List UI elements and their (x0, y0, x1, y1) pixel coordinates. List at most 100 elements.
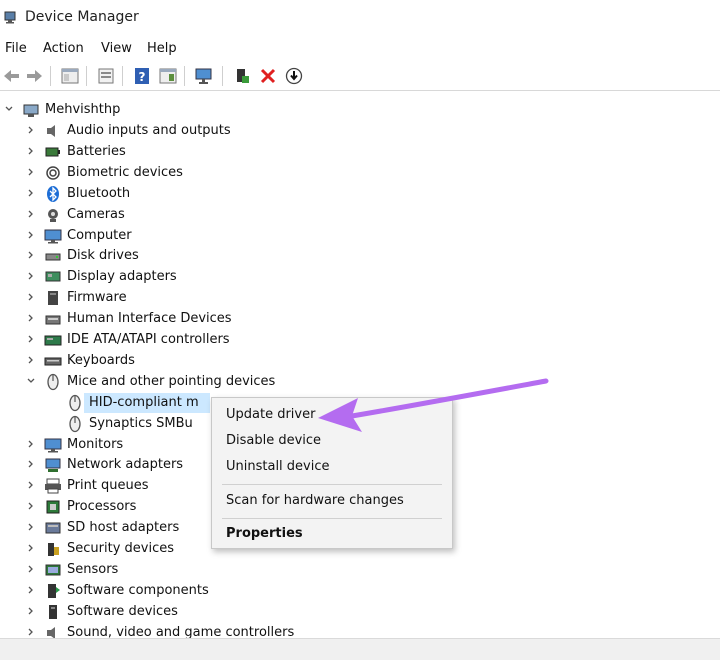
tree-category-item[interactable]: Computer (0, 226, 460, 246)
context-separator (222, 518, 442, 519)
tree-item-label: Batteries (67, 143, 126, 159)
tree-category-item[interactable]: Display adapters (0, 267, 460, 287)
software-device-icon (49, 604, 57, 619)
tree-item-label: SD host adapters (67, 520, 180, 536)
chevron-right-icon[interactable] (26, 146, 36, 156)
tree-category-item[interactable]: Biometric devices (0, 163, 460, 183)
menu-action[interactable]: Action (43, 41, 84, 56)
enable-device-icon[interactable] (232, 66, 252, 86)
tree-category-item[interactable]: Human Interface Devices (0, 309, 460, 329)
chevron-right-icon[interactable] (26, 439, 36, 449)
chevron-right-icon[interactable] (26, 313, 36, 323)
hid-icon (45, 315, 61, 325)
chevron-right-icon[interactable] (26, 250, 36, 260)
chevron-right-icon[interactable] (26, 585, 36, 595)
bluetooth-icon (47, 185, 59, 202)
properties-icon[interactable] (96, 66, 116, 86)
chevron-right-icon[interactable] (26, 543, 36, 553)
mouse-icon (69, 394, 81, 411)
action-pane-icon[interactable] (158, 66, 178, 86)
tree-item-label: Human Interface Devices (67, 311, 232, 327)
tree-root[interactable]: Mehvishthp (0, 100, 460, 120)
back-icon[interactable] (2, 66, 22, 86)
tree-category-item[interactable]: Cameras (0, 205, 460, 225)
computer-root-icon (23, 104, 39, 117)
chevron-right-icon[interactable] (26, 188, 36, 198)
chevron-right-icon[interactable] (26, 209, 36, 219)
title-bar: Device Manager (0, 0, 720, 36)
menu-help[interactable]: Help (147, 41, 177, 56)
chevron-down-icon[interactable] (4, 104, 14, 114)
chevron-right-icon[interactable] (26, 459, 36, 469)
chevron-right-icon[interactable] (26, 355, 36, 365)
tree-category-item[interactable]: Software devices (0, 602, 460, 622)
scan-hardware-icon[interactable] (194, 66, 214, 86)
context-properties[interactable]: Properties (226, 526, 303, 541)
tree-item-label: Processors (67, 499, 137, 515)
chevron-down-icon[interactable] (26, 376, 36, 386)
context-menu: Update driver Disable device Uninstall d… (211, 397, 453, 549)
firmware-icon (48, 291, 58, 306)
menu-file[interactable]: File (5, 41, 27, 56)
fingerprint-icon (46, 166, 60, 180)
menu-bar: File Action View Help (0, 38, 720, 62)
chevron-right-icon[interactable] (26, 564, 36, 574)
help-icon[interactable]: ? (132, 66, 152, 86)
tree-category-item[interactable]: Keyboards (0, 351, 460, 371)
sensor-icon (45, 564, 61, 576)
tree-category-item[interactable]: IDE ATA/ATAPI controllers (0, 330, 460, 350)
forward-icon[interactable] (24, 66, 44, 86)
chevron-right-icon[interactable] (26, 292, 36, 302)
chevron-right-icon[interactable] (26, 230, 36, 240)
sd-card-icon (45, 522, 61, 534)
tree-category-item[interactable]: Audio inputs and outputs (0, 121, 460, 141)
context-update-driver[interactable]: Update driver (226, 407, 315, 422)
network-icon (45, 458, 61, 473)
tree-item-label: Cameras (67, 206, 125, 222)
tree-item-label: Monitors (67, 436, 124, 452)
chevron-right-icon[interactable] (26, 334, 36, 344)
chevron-right-icon[interactable] (26, 606, 36, 616)
chevron-right-icon[interactable] (26, 522, 36, 532)
tree-category-item[interactable]: Disk drives (0, 246, 460, 266)
tree-category-item[interactable]: Batteries (0, 142, 460, 162)
context-disable-device[interactable]: Disable device (226, 433, 321, 448)
tree-item-label: Computer (67, 227, 132, 243)
chevron-right-icon[interactable] (26, 271, 36, 281)
tree-category-item[interactable]: Sensors (0, 560, 460, 580)
update-driver-icon[interactable] (284, 66, 304, 86)
device-manager-icon (4, 11, 16, 24)
chevron-right-icon[interactable] (26, 501, 36, 511)
toolbar: ? (0, 62, 720, 91)
display-adapter-icon (45, 271, 61, 282)
tree-item-label: Keyboards (67, 352, 135, 368)
tree-item-label: Biometric devices (67, 164, 183, 180)
monitor-icon (44, 438, 62, 452)
tree-category-item[interactable]: Firmware (0, 288, 460, 308)
battery-icon (45, 147, 60, 157)
chevron-right-icon[interactable] (26, 480, 36, 490)
tree-category-item[interactable]: Bluetooth (0, 184, 460, 204)
ide-controller-icon (44, 335, 62, 346)
tree-item-label: HID-compliant m (89, 394, 199, 410)
tree-item-label: Network adapters (67, 457, 184, 473)
keyboard-icon (44, 357, 62, 366)
disk-drive-icon (45, 253, 61, 261)
tree-item-label: Synaptics SMBu (89, 415, 193, 431)
monitor-icon (44, 229, 62, 243)
uninstall-icon[interactable] (258, 66, 278, 86)
device-tree: Mehvishthp Audio inputs and outputs Batte… (0, 98, 720, 640)
tree-item-label: Disk drives (67, 248, 139, 264)
tree-item-label: Display adapters (67, 269, 177, 285)
menu-view[interactable]: View (101, 41, 132, 56)
chevron-right-icon[interactable] (26, 627, 36, 637)
chevron-right-icon[interactable] (26, 167, 36, 177)
context-uninstall-device[interactable]: Uninstall device (226, 459, 330, 474)
svg-text:?: ? (139, 70, 146, 84)
chevron-right-icon[interactable] (26, 125, 36, 135)
tree-category-item[interactable]: Software components (0, 581, 460, 601)
tree-category-item[interactable]: Mice and other pointing devices (0, 372, 460, 392)
mouse-icon (69, 415, 81, 432)
show-hide-tree-icon[interactable] (60, 66, 80, 86)
context-scan-hardware[interactable]: Scan for hardware changes (226, 493, 404, 508)
